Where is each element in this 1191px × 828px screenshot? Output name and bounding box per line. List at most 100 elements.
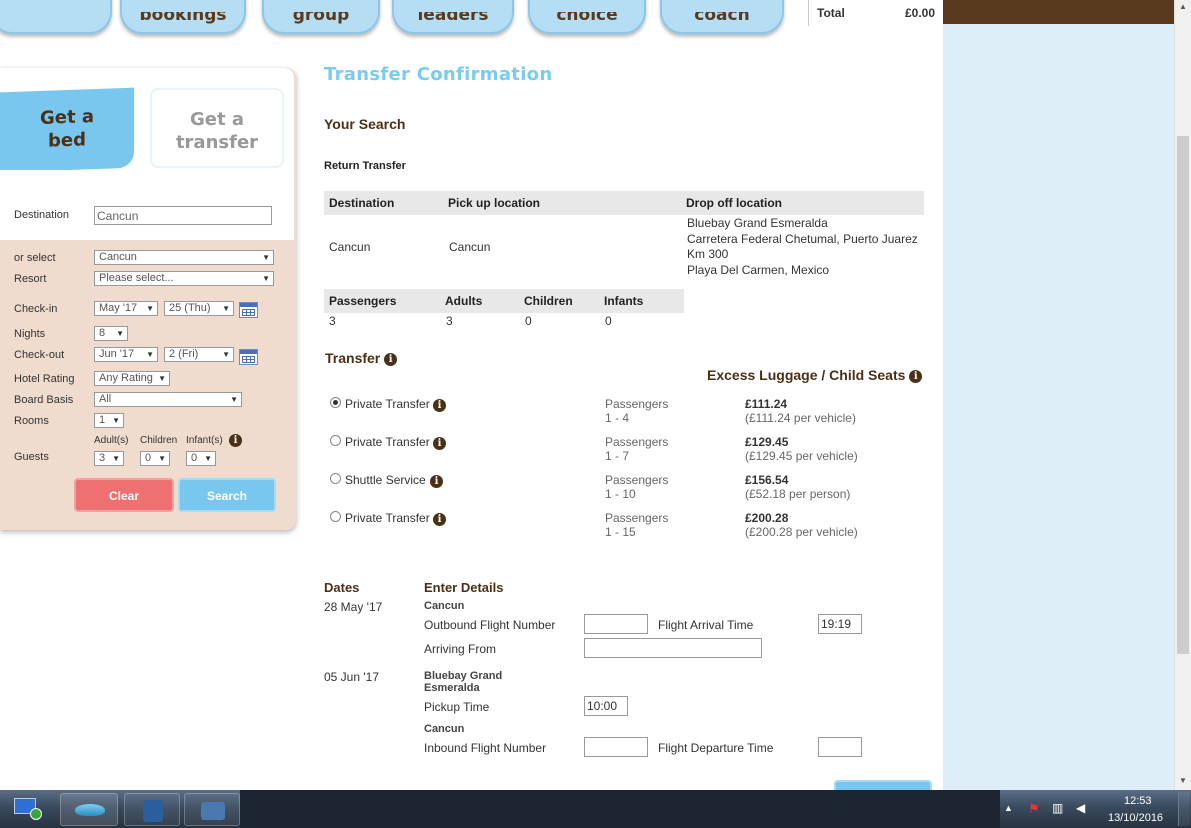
inbound-place-line-1: Bluebay Grand — [424, 670, 503, 682]
adults-select[interactable]: 3 — [94, 451, 124, 466]
option-price-note: (£200.28 per vehicle) — [745, 525, 858, 539]
option-price: £129.45 — [745, 435, 789, 449]
guests-label: Guests — [14, 451, 49, 463]
pax-adults: 3 — [446, 314, 453, 328]
top-nav: bookings group leaders choice coach — [0, 0, 810, 44]
option-name: Private Transfer — [345, 511, 430, 525]
or-select-label: or select — [14, 252, 56, 264]
nav-tab-choice[interactable]: choice — [528, 0, 646, 34]
option-radio[interactable] — [330, 397, 341, 408]
nav-tab-bookings[interactable]: bookings — [120, 0, 246, 34]
checkout-month-select[interactable]: Jun '17 — [94, 347, 158, 362]
pax-header-children: Children — [524, 294, 573, 308]
pax-header-infants: Infants — [604, 294, 644, 308]
clock-date[interactable]: 13/10/2016 — [1108, 812, 1163, 824]
transfer-type: Return Transfer — [324, 160, 406, 172]
infants-label: Infant(s) — [186, 435, 223, 446]
option-price-note: (£52.18 per person) — [745, 487, 851, 501]
option-info-icon[interactable]: i — [430, 475, 443, 488]
departure-time-label: Flight Departure Time — [658, 741, 774, 755]
clear-button[interactable]: Clear — [74, 478, 174, 512]
nav-tab-group[interactable]: group — [262, 0, 380, 34]
enter-details-heading: Enter Details — [424, 580, 504, 595]
app-icon — [201, 802, 225, 820]
hotel-rating-select[interactable]: Any Rating — [94, 371, 170, 386]
taskbar-running-area — [240, 790, 1000, 828]
option-radio[interactable] — [330, 473, 341, 484]
option-pax-range: 1 - 7 — [605, 449, 630, 463]
flag-icon[interactable]: ⚑ — [1028, 801, 1040, 817]
pickup-time-input[interactable]: 10:00 — [584, 696, 628, 716]
dropoff-line-4: Playa Del Carmen, Mexico — [687, 263, 830, 277]
option-info-icon[interactable]: i — [433, 437, 446, 450]
nav-tab-leaders[interactable]: leaders — [392, 0, 514, 34]
rooms-label: Rooms — [14, 415, 49, 427]
checkout-day-select[interactable]: 2 (Fri) — [164, 347, 234, 362]
scroll-down-icon[interactable]: ▼ — [1179, 776, 1187, 785]
total-label: Total — [817, 6, 845, 20]
option-price-note: (£111.24 per vehicle) — [745, 411, 856, 425]
dropoff-line-3: Km 300 — [687, 247, 729, 261]
tab-get-a-bed[interactable]: Get a bed — [0, 87, 134, 173]
inbound-place-2: Cancun — [424, 723, 465, 735]
inbound-date: 05 Jun '17 — [324, 670, 380, 684]
basket-total: Total £0.00 — [808, 0, 943, 26]
transfer-info-icon[interactable]: i — [384, 352, 398, 366]
checkin-day-select[interactable]: 25 (Thu) — [164, 301, 234, 316]
excess-info-icon[interactable]: i — [909, 369, 923, 383]
rooms-select[interactable]: 1 — [94, 413, 124, 428]
outbound-flight-label: Outbound Flight Number — [424, 618, 556, 632]
destination-input[interactable]: Cancun — [94, 206, 272, 225]
arrival-time-input[interactable]: 19:19 — [818, 614, 862, 634]
taskbar-app-browser[interactable] — [60, 793, 118, 826]
adults-label: Adult(s) — [94, 435, 129, 446]
nights-select[interactable]: 8 — [94, 326, 128, 341]
tray-expand-icon[interactable]: ▲ — [1004, 803, 1013, 813]
board-basis-select[interactable]: All — [94, 392, 242, 407]
clock-time[interactable]: 12:53 — [1124, 795, 1152, 807]
option-name: Shuttle Service — [345, 473, 426, 487]
children-label: Children — [140, 435, 178, 446]
destination-select[interactable]: Cancun — [94, 250, 274, 265]
pax-passengers: 3 — [329, 314, 336, 328]
option-price: £111.24 — [745, 397, 788, 411]
show-desktop-button[interactable] — [1178, 792, 1190, 826]
pickup-time-label: Pickup Time — [424, 700, 490, 714]
option-radio[interactable] — [330, 435, 341, 446]
checkout-calendar-icon[interactable] — [239, 349, 258, 365]
departure-time-input[interactable] — [818, 737, 862, 757]
scrollbar-thumb[interactable] — [1177, 136, 1189, 654]
scroll-up-icon[interactable]: ▲ — [1179, 2, 1187, 11]
start-button[interactable] — [6, 792, 46, 826]
dates-heading: Dates — [324, 580, 360, 595]
search-button[interactable]: Search — [178, 478, 276, 512]
outbound-flight-input[interactable] — [584, 614, 648, 634]
arriving-from-input[interactable] — [584, 638, 762, 658]
checkin-month-select[interactable]: May '17 — [94, 301, 158, 316]
app-icon — [143, 800, 163, 822]
inbound-flight-input[interactable] — [584, 737, 648, 757]
taskbar-app-2[interactable] — [124, 793, 180, 826]
pax-header-adults: Adults — [445, 294, 483, 308]
option-radio[interactable] — [330, 511, 341, 522]
volume-icon[interactable]: ◀ — [1076, 801, 1085, 815]
infants-select[interactable]: 0 — [186, 451, 216, 466]
resort-select[interactable]: Please select... — [94, 271, 274, 286]
pax-header-passengers: Passengers — [329, 294, 397, 308]
pax-infants: 0 — [605, 314, 612, 328]
tab-get-a-transfer[interactable]: Get a transfer — [150, 88, 284, 168]
children-select[interactable]: 0 — [140, 451, 170, 466]
option-pax-range: 1 - 4 — [605, 411, 630, 425]
nav-tab-coach[interactable]: coach — [660, 0, 784, 34]
hotel-rating-label: Hotel Rating — [14, 373, 75, 385]
checkin-calendar-icon[interactable] — [239, 302, 258, 318]
checkin-label: Check-in — [14, 303, 58, 315]
option-info-icon[interactable]: i — [433, 399, 446, 412]
infants-info-icon[interactable]: i — [229, 434, 242, 447]
taskbar-app-3[interactable] — [184, 793, 240, 826]
nav-tab-first[interactable] — [0, 0, 112, 34]
option-info-icon[interactable]: i — [433, 513, 446, 526]
board-basis-label: Board Basis — [14, 394, 74, 406]
network-icon[interactable]: ▥ — [1052, 801, 1063, 815]
route-destination: Cancun — [329, 240, 371, 254]
